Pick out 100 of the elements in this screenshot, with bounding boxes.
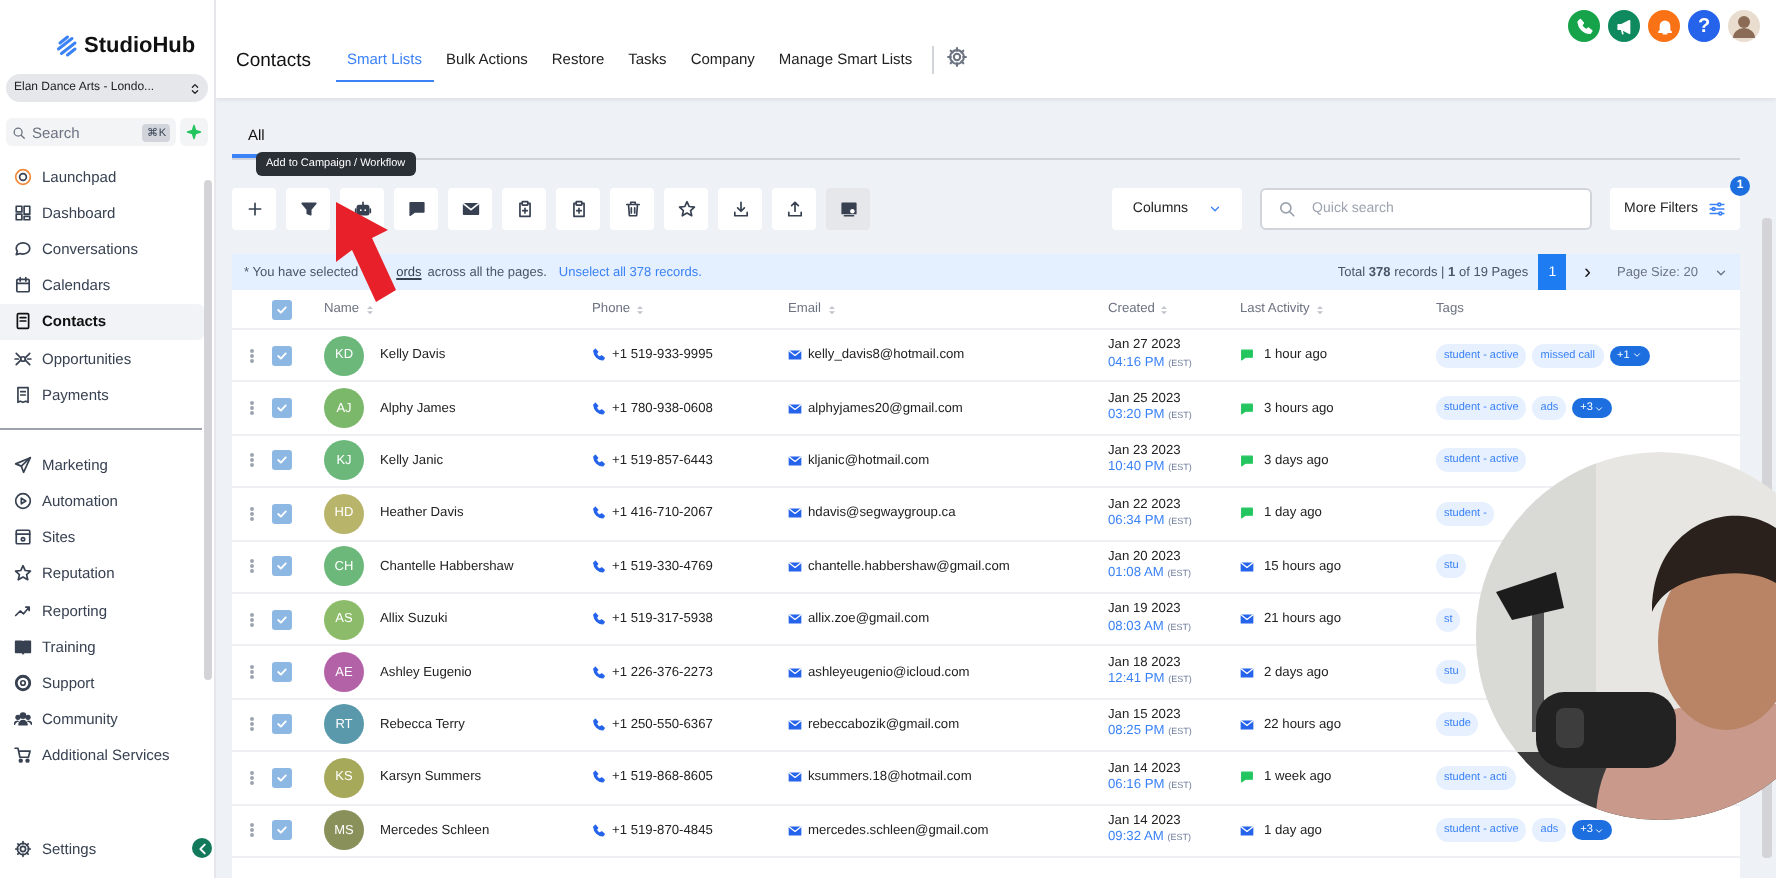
search-icon <box>12 125 26 139</box>
settings-icon <box>14 840 32 858</box>
toolbar-button[interactable] <box>232 187 276 229</box>
chevron-down-icon <box>1594 403 1605 414</box>
check-icon <box>276 507 288 520</box>
phone-icon <box>592 453 606 468</box>
notifications-button[interactable] <box>1648 10 1680 42</box>
checkbox[interactable] <box>272 820 292 841</box>
settings-icon <box>946 46 969 68</box>
row-menu-icon <box>244 820 260 841</box>
checkbox[interactable] <box>272 299 292 319</box>
announcements-button[interactable] <box>1608 10 1640 42</box>
sms-icon <box>1240 770 1254 785</box>
collapse-button[interactable] <box>192 838 212 858</box>
toolbar-button[interactable] <box>448 187 492 229</box>
call-button[interactable] <box>1568 10 1600 42</box>
sort-icon <box>1158 303 1171 315</box>
chevron-down-icon <box>1208 201 1223 215</box>
sms-icon <box>1240 348 1254 363</box>
envelope-icon <box>1240 823 1254 838</box>
envelope-icon <box>1240 665 1254 680</box>
check-icon <box>276 718 288 731</box>
phone-icon <box>592 823 606 838</box>
phone-icon <box>592 770 606 785</box>
sms-icon <box>1240 401 1254 416</box>
checkbox[interactable] <box>272 503 292 524</box>
check-icon <box>276 454 288 467</box>
checkbox[interactable] <box>272 345 292 366</box>
envelope-icon <box>461 199 479 217</box>
row-menu-icon <box>244 767 260 788</box>
lifebuoy-icon <box>14 674 32 693</box>
envelope-icon <box>788 665 802 680</box>
toolbar-button[interactable] <box>394 187 438 229</box>
clipboard-icon <box>515 199 533 217</box>
checkbox[interactable] <box>272 450 292 471</box>
envelope-icon <box>788 401 802 416</box>
checkbox[interactable] <box>272 662 292 683</box>
toolbar-button[interactable] <box>286 187 330 229</box>
checkbox[interactable] <box>272 398 292 419</box>
checkbox[interactable] <box>272 714 292 735</box>
envelope-icon <box>788 348 802 363</box>
toolbar-button[interactable] <box>610 187 654 229</box>
envelope-icon <box>788 559 802 574</box>
next-page-button[interactable]: › <box>1576 261 1600 283</box>
envelope-icon <box>788 823 802 838</box>
quick-action-button[interactable] <box>180 118 208 146</box>
toolbar-button[interactable] <box>718 187 762 229</box>
checkbox[interactable] <box>272 767 292 788</box>
cart-icon <box>14 746 32 765</box>
message-icon <box>407 199 425 217</box>
check-icon <box>276 560 288 573</box>
filter-icon <box>299 199 317 217</box>
toolbar-button[interactable] <box>502 187 546 229</box>
envelope-icon <box>788 770 802 785</box>
sort-icon <box>825 303 837 315</box>
phone-icon <box>592 348 606 363</box>
envelope-icon <box>1240 559 1254 574</box>
book-icon <box>14 637 32 656</box>
envelope-icon <box>1240 717 1254 732</box>
check-icon <box>276 402 288 415</box>
star-icon <box>677 199 695 217</box>
phone-icon <box>592 717 606 732</box>
toolbar-button[interactable] <box>772 187 816 229</box>
sparkle-icon <box>186 124 202 140</box>
envelope-icon <box>788 612 802 627</box>
checkbox[interactable] <box>272 609 292 630</box>
logo-icon <box>54 34 78 58</box>
phone-icon <box>592 559 606 574</box>
download-icon <box>731 199 749 217</box>
target-icon <box>14 167 32 186</box>
check-icon <box>276 824 288 837</box>
phone-icon <box>592 401 606 416</box>
search-icon <box>1278 199 1297 217</box>
chevron-down-icon <box>1714 265 1728 279</box>
phone-icon <box>592 665 606 680</box>
megaphone-icon <box>1615 17 1633 35</box>
sms-icon <box>1240 506 1254 521</box>
sliders-icon <box>1708 199 1726 217</box>
upload-icon <box>785 199 803 217</box>
checkbox[interactable] <box>272 556 292 577</box>
row-menu-icon <box>244 714 260 735</box>
trend-line-icon <box>14 601 32 620</box>
row-menu-icon <box>244 450 260 471</box>
envelope-icon <box>1240 612 1254 627</box>
paper-plane-icon <box>14 455 32 474</box>
toolbar-button[interactable] <box>826 187 870 229</box>
calendar-icon <box>14 276 32 295</box>
contact-card-icon <box>14 312 32 331</box>
envelope-icon <box>788 717 802 732</box>
envelope-icon <box>788 506 802 521</box>
toolbar-button[interactable] <box>664 187 708 229</box>
chevron-down-icon <box>1631 350 1642 361</box>
phone-icon <box>1575 17 1593 35</box>
user-avatar[interactable] <box>1728 10 1760 42</box>
toolbar-button[interactable] <box>556 187 600 229</box>
plus-icon <box>245 199 263 217</box>
help-button[interactable]: ? <box>1688 10 1720 42</box>
row-menu-icon <box>244 556 260 577</box>
browser-window-icon <box>14 528 32 547</box>
check-icon <box>276 613 288 626</box>
